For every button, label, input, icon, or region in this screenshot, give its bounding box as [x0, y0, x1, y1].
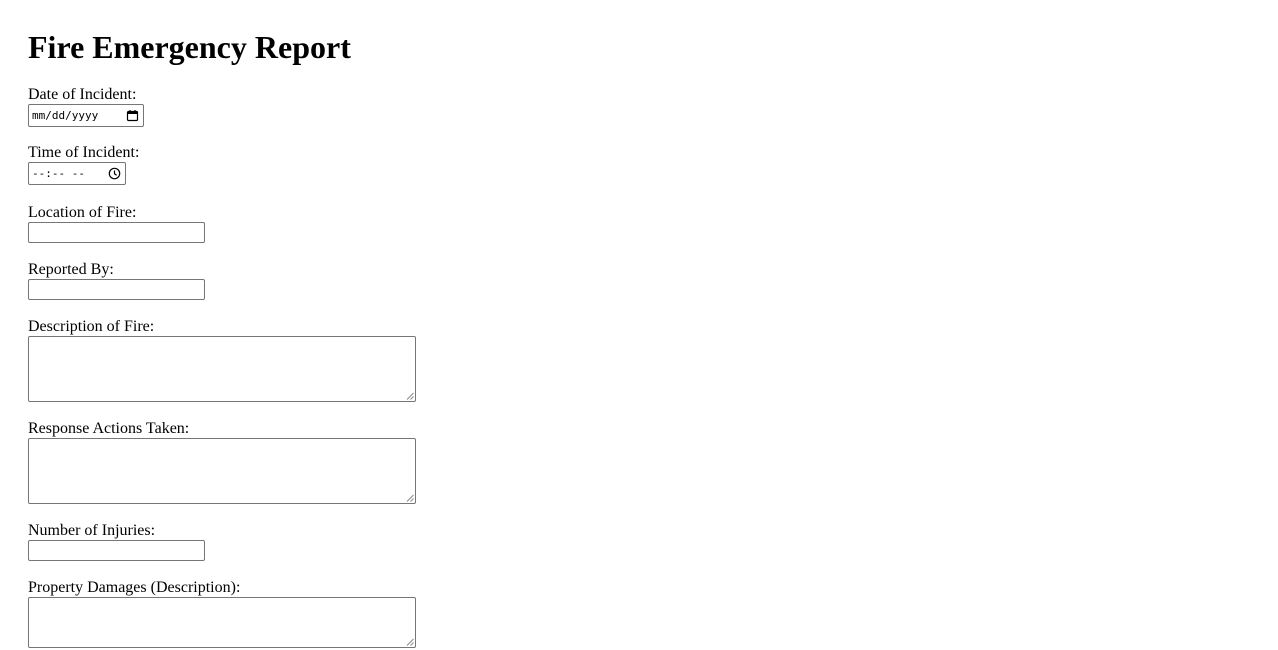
- date-placeholder: mm/dd/yyyy: [32, 109, 99, 122]
- resize-grip-icon[interactable]: [406, 392, 414, 400]
- calendar-icon[interactable]: [126, 109, 139, 122]
- damages-label: Property Damages (Description):: [28, 579, 241, 596]
- description-textarea[interactable]: [28, 336, 416, 402]
- response-textarea[interactable]: [28, 438, 416, 504]
- resize-grip-icon[interactable]: [406, 494, 414, 502]
- description-label: Description of Fire:: [28, 318, 155, 335]
- injuries-label: Number of Injuries:: [28, 522, 156, 539]
- time-label: Time of Incident:: [28, 144, 140, 161]
- resize-grip-icon[interactable]: [406, 638, 414, 646]
- date-input[interactable]: mm/dd/yyyy: [28, 104, 144, 127]
- time-placeholder: --:-- --: [32, 167, 85, 180]
- response-label: Response Actions Taken:: [28, 420, 190, 437]
- damages-textarea[interactable]: [28, 597, 416, 648]
- date-label: Date of Incident:: [28, 86, 137, 103]
- injuries-input[interactable]: [28, 540, 205, 561]
- reported-by-input[interactable]: [28, 279, 205, 300]
- clock-icon[interactable]: [108, 167, 121, 180]
- page-title: Fire Emergency Report: [28, 29, 351, 65]
- time-input[interactable]: --:-- --: [28, 162, 126, 185]
- location-label: Location of Fire:: [28, 204, 137, 221]
- location-input[interactable]: [28, 222, 205, 243]
- reported-by-label: Reported By:: [28, 261, 114, 278]
